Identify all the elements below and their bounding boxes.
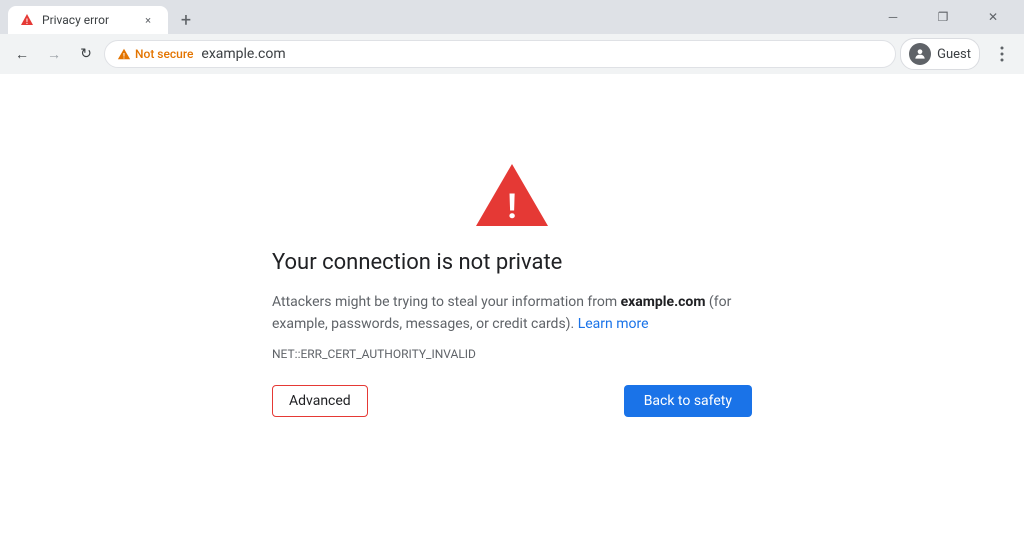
security-indicator[interactable]: ! Not secure [117,47,193,61]
svg-text:!: ! [26,18,28,26]
description-prefix: Attackers might be trying to steal your … [272,294,621,310]
tab-title: Privacy error [42,13,132,27]
forward-button: → [40,40,68,68]
description-domain: example.com [621,294,706,310]
avatar [909,43,931,65]
title-bar: ! Privacy error × + ─ ❐ ✕ [0,0,1024,34]
new-tab-button[interactable]: + [172,6,200,34]
learn-more-link[interactable]: Learn more [578,316,649,332]
tab-close-button[interactable]: × [140,12,156,28]
back-button[interactable]: ← [8,40,36,68]
error-description: Attackers might be trying to steal your … [272,291,752,336]
page-content: ! Your connection is not private Attacke… [0,74,1024,543]
address-bar[interactable]: ! Not secure example.com [104,40,896,68]
url-display: example.com [201,46,883,62]
maximize-button[interactable]: ❐ [920,3,966,31]
close-button[interactable]: ✕ [970,3,1016,31]
error-container: ! Your connection is not private Attacke… [272,160,752,418]
profile-label: Guest [937,47,971,62]
error-code: NET::ERR_CERT_AUTHORITY_INVALID [272,347,476,361]
minimize-button[interactable]: ─ [870,3,916,31]
profile-button[interactable]: Guest [900,38,980,70]
error-heading: Your connection is not private [272,250,562,275]
tab-favicon: ! [20,13,34,27]
browser-window: ! Privacy error × + ─ ❐ ✕ ← → ↻ ! Not [0,0,1024,543]
svg-text:!: ! [507,187,516,227]
tab-bar: ! Privacy error × + [8,0,870,34]
button-row: Advanced Back to safety [272,385,752,417]
security-label: Not secure [135,47,193,61]
svg-text:!: ! [123,52,125,60]
window-controls: ─ ❐ ✕ [870,3,1016,31]
nav-bar: ← → ↻ ! Not secure example.com Guest [0,34,1024,74]
error-icon: ! [472,160,552,234]
advanced-button[interactable]: Advanced [272,385,368,417]
refresh-button[interactable]: ↻ [72,40,100,68]
active-tab[interactable]: ! Privacy error × [8,6,168,34]
back-to-safety-button[interactable]: Back to safety [624,385,752,417]
menu-button[interactable] [988,40,1016,68]
